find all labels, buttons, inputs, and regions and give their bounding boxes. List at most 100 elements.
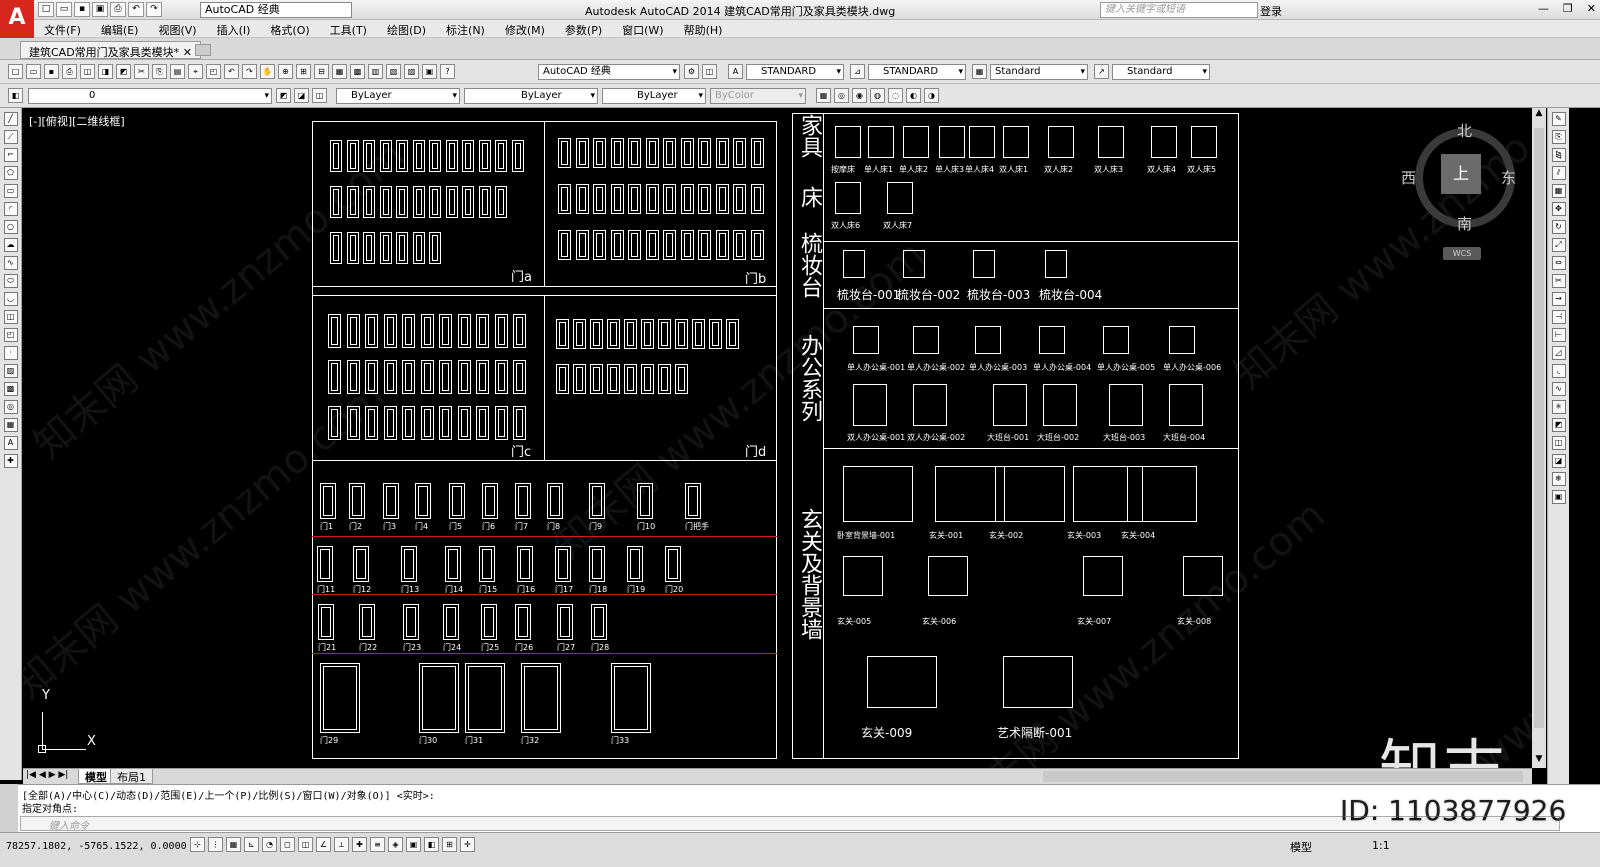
polar-icon[interactable]: ◔ [262,837,277,852]
make-current-icon[interactable]: ◩ [276,88,291,103]
plot-icon[interactable]: ⎙ [62,64,77,79]
circle-icon[interactable]: ○ [3,220,18,234]
layer-off-icon[interactable]: ◪ [1551,454,1566,468]
sheetset-icon[interactable]: ▧ [386,64,401,79]
insert-block-icon[interactable]: ◫ [3,310,18,324]
spline-icon[interactable]: ∿ [3,256,18,270]
menu-item[interactable]: 工具(T) [320,20,377,40]
scroll-down-icon[interactable]: ▼ [1532,754,1546,768]
mleader-style-dropdown[interactable]: Standard [1112,64,1210,80]
osnap-icon[interactable]: ◻ [280,837,295,852]
layer-iso-icon[interactable]: ◫ [1551,436,1566,450]
block-editor-icon[interactable]: ◰ [206,64,221,79]
stretch-icon[interactable]: ⇔ [1551,256,1566,270]
calculator-icon[interactable]: ▣ [422,64,437,79]
mleader-style-icon[interactable]: ↗ [1094,64,1109,79]
plotstyle-dropdown[interactable]: ByColor [710,88,806,104]
menu-item[interactable]: 标注(N) [436,20,495,40]
layer-state-icon[interactable]: ◫ [312,88,327,103]
undo-icon[interactable]: ↶ [224,64,239,79]
fillet-icon[interactable]: ◟ [1551,364,1566,378]
make-block-icon[interactable]: ◰ [3,328,18,342]
tool-palettes-icon[interactable]: ▥ [368,64,383,79]
am-icon[interactable]: ⊞ [442,837,457,852]
workspace-select[interactable]: AutoCAD 经典 [200,2,352,18]
copy-object-icon[interactable]: ⎘ [1551,130,1566,144]
explode-icon[interactable]: ✳ [1551,400,1566,414]
rectangle-icon[interactable]: ▭ [3,184,18,198]
3dosnap-icon[interactable]: ◫ [298,837,313,852]
new-icon[interactable]: □ [8,64,23,79]
scroll-up-icon[interactable]: ▲ [1532,108,1546,122]
preview-icon[interactable]: ◫ [80,64,95,79]
menu-item[interactable]: 窗口(W) [612,20,673,40]
drawing-canvas[interactable]: [-][俯视][二维线框] 知末网 www.znzmo.com 知末网 www.… [23,108,1532,768]
menu-item[interactable]: 格式(O) [260,20,319,40]
xline-icon[interactable]: ⟋ [3,130,18,144]
matchprop-icon[interactable]: ⌖ [188,64,203,79]
layer-dropdown[interactable]: 0 [28,88,272,104]
pline-icon[interactable]: ⌐ [3,148,18,162]
dim-style-icon[interactable]: ⊿ [850,64,865,79]
open-icon[interactable]: ▭ [56,2,72,17]
markup-icon[interactable]: ▨ [404,64,419,79]
zoom-window-icon[interactable]: ⊞ [296,64,311,79]
autocad-logo[interactable]: A [0,0,34,38]
restore-icon[interactable]: ❐ [1563,2,1573,15]
menu-item[interactable]: 参数(P) [555,20,612,40]
draworder-icon[interactable]: ◩ [1551,418,1566,432]
lineweight-dropdown[interactable]: ByLayer [602,88,706,104]
compass-south[interactable]: 南 [1457,213,1472,234]
tab-model[interactable]: 模型 [78,769,114,784]
array-icon[interactable]: ▦ [1551,184,1566,198]
layer-lock-icon[interactable]: ▣ [1551,490,1566,504]
tab-layout1[interactable]: 布局1 [110,769,153,784]
ellipse-icon[interactable]: ⬭ [3,274,18,288]
design-center-icon[interactable]: ▩ [350,64,365,79]
linetype-dropdown[interactable]: ByLayer [464,88,598,104]
save-icon[interactable]: ▪ [74,2,90,17]
arc-icon[interactable]: ◜ [3,202,18,216]
annotation-scale[interactable]: 1:1 [1372,839,1390,852]
zoom-previous-icon[interactable]: ⊟ [314,64,329,79]
text-style-dropdown[interactable]: STANDARD [746,64,844,80]
pan-icon[interactable]: ✋ [260,64,275,79]
camera-icon[interactable]: ◐ [906,88,921,103]
command-input[interactable]: 键入命令 [20,816,1560,832]
viewport-icon[interactable]: ▦ [816,88,831,103]
visual-style-icon[interactable]: ◉ [852,88,867,103]
text-style-icon[interactable]: A [728,64,743,79]
infer-constraints-icon[interactable]: ⊹ [190,837,205,852]
undo-icon[interactable]: ↶ [128,2,144,17]
region-icon[interactable]: ◎ [3,400,18,414]
ortho-icon[interactable]: ⊾ [244,837,259,852]
otrack-icon[interactable]: ∠ [316,837,331,852]
cut-icon[interactable]: ✂ [134,64,149,79]
publish-icon[interactable]: ◨ [98,64,113,79]
compass-west[interactable]: 西 [1401,167,1416,188]
ellipse-arc-icon[interactable]: ◡ [3,292,18,306]
zoom-realtime-icon[interactable]: ⊕ [278,64,293,79]
table-style-dropdown[interactable]: Standard [990,64,1088,80]
redo-icon[interactable]: ↷ [146,2,162,17]
light-icon[interactable]: ◑ [924,88,939,103]
layout-nav-icons[interactable]: |◀ ◀ ▶ ▶| [26,770,68,780]
mirror-icon[interactable]: ⧎ [1551,148,1566,162]
blend-icon[interactable]: ∿ [1551,382,1566,396]
help-icon[interactable]: ? [440,64,455,79]
snap-icon[interactable]: ⋮ [208,837,223,852]
gradient-icon[interactable]: ▩ [3,382,18,396]
redo-icon[interactable]: ↷ [242,64,257,79]
paste-icon[interactable]: ▤ [170,64,185,79]
render-icon[interactable]: ◍ [870,88,885,103]
minimize-icon[interactable]: — [1538,2,1549,15]
chamfer-icon[interactable]: ◿ [1551,346,1566,360]
gear-icon[interactable]: ⚙ [684,64,699,79]
viewport-label[interactable]: [-][俯视][二维线框] [29,113,125,129]
command-window-handle[interactable] [0,784,18,832]
point-icon[interactable]: · [3,346,18,360]
join-icon[interactable]: ⊢ [1551,328,1566,342]
properties-icon[interactable]: ▦ [332,64,347,79]
compass-north[interactable]: 北 [1457,120,1472,141]
new-icon[interactable]: □ [38,2,54,17]
